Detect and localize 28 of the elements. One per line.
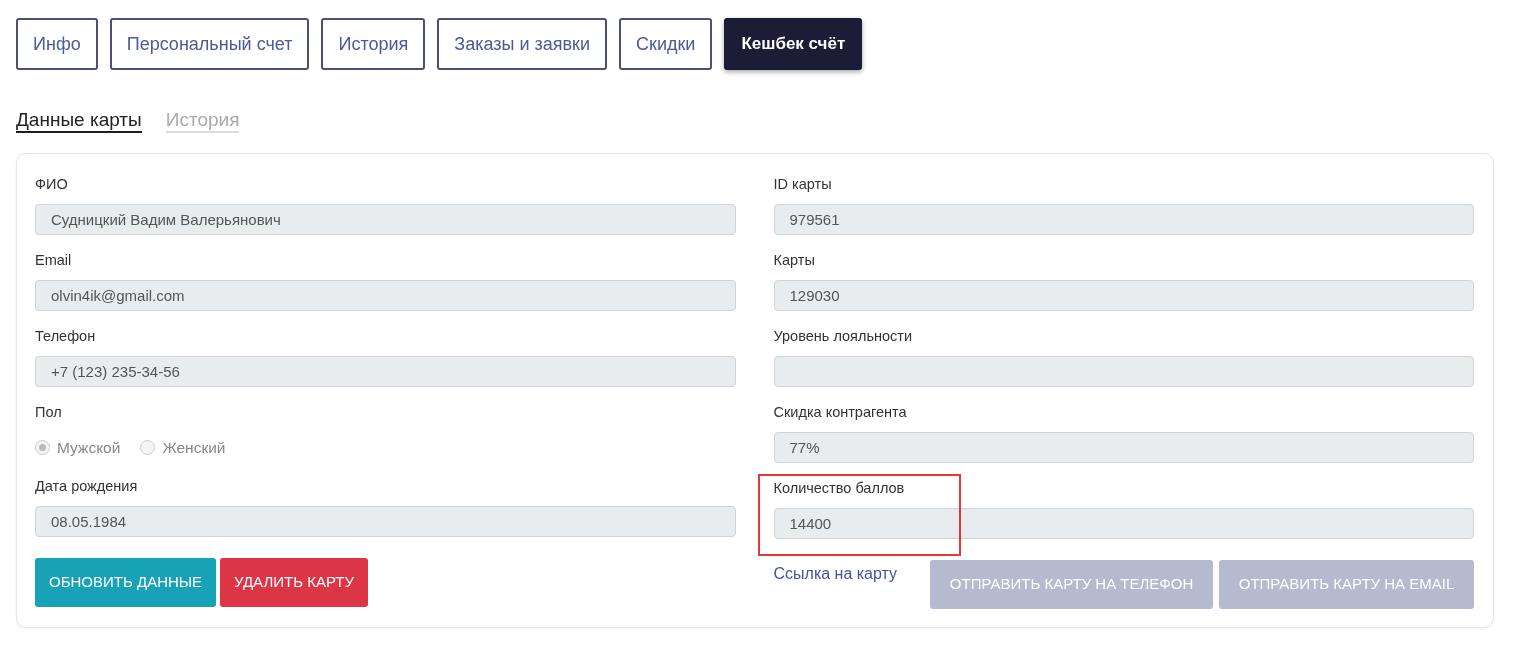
card-link[interactable]: Ссылка на карту: [773, 561, 898, 586]
field-label: Пол: [35, 402, 63, 422]
tab-button[interactable]: Заказы и заявки: [437, 18, 607, 70]
field-label: Количество баллов: [773, 478, 906, 498]
input-field[interactable]: [773, 355, 1474, 387]
field-label: ФИО: [35, 174, 69, 194]
field-label: Дата рождения: [35, 476, 139, 496]
field-label: Телефон: [35, 326, 97, 346]
input-field[interactable]: 08.05.1984: [35, 505, 736, 537]
input-field[interactable]: Судницкий Вадим Валерьянович: [35, 203, 736, 235]
delete-button[interactable]: УДАЛИТЬ КАРТУ: [220, 557, 368, 607]
tab-button[interactable]: Кешбек счёт: [724, 18, 863, 70]
input-field[interactable]: +7 (123) 235-34-56: [35, 355, 736, 387]
tab-button[interactable]: Персональный счет: [109, 18, 310, 70]
subtab[interactable]: Данные карты: [16, 110, 142, 133]
input-field[interactable]: 14400: [773, 507, 1474, 539]
tab-button[interactable]: Инфо: [16, 18, 98, 70]
input-field[interactable]: 979561: [773, 203, 1474, 235]
input-field[interactable]: 77%: [773, 431, 1474, 463]
field-label: Email: [35, 250, 73, 270]
field-label: Скидка контрагента: [773, 402, 908, 422]
input-field[interactable]: olvin4ik@gmail.com: [35, 279, 736, 311]
field-label: Карты: [773, 250, 816, 270]
tab-button[interactable]: История: [321, 18, 426, 70]
field-label: ID карты: [773, 174, 833, 194]
tab-button[interactable]: Скидки: [619, 18, 713, 70]
field-label: Уровень лояльности: [773, 326, 913, 346]
input-field[interactable]: 129030: [773, 279, 1474, 311]
